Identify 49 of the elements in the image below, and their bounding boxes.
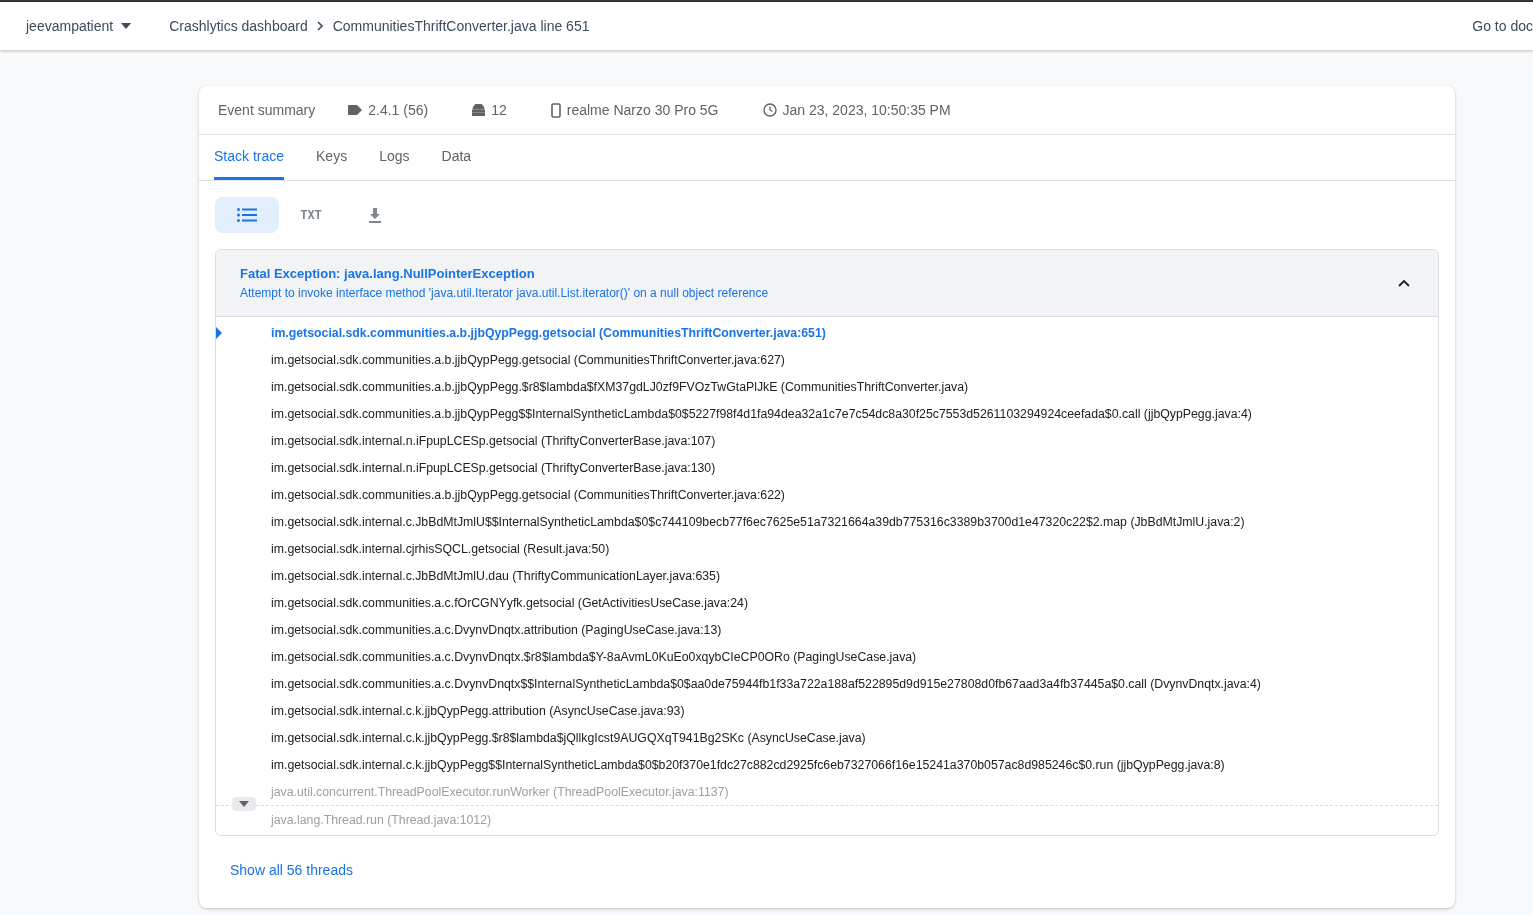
stack-frame: im.getsocial.sdk.communities.a.b.jjbQypPegg.getsocial (CommunitiesThriftConverter.java:651) <box>271 325 826 340</box>
stack-frame: im.getsocial.sdk.communities.a.c.fOrCGNYyfk.getsocial (GetActivitiesUseCase.java:24) <box>271 595 748 610</box>
stack-frame: im.getsocial.sdk.internal.c.k.jjbQypPegg.$r8$lambda$jQllkgIcst9AUGQXqT941Bg2SKc (AsyncUseCase.java) <box>271 730 866 745</box>
stack-frame: java.util.concurrent.ThreadPoolExecutor.runWorker (ThreadPoolExecutor.java:1137) <box>271 784 729 799</box>
app-version: 2.4.1 (56) <box>368 102 429 118</box>
caret-icon <box>121 23 132 29</box>
phone-icon <box>550 102 561 118</box>
stack-frame: im.getsocial.sdk.communities.a.b.jjbQypPegg.getsocial (CommunitiesThriftConverter.java:627) <box>271 352 785 367</box>
stack-frame: im.getsocial.sdk.communities.a.b.jjbQypPegg$$InternalSyntheticLambda$0$5227f98f4d1fa94dea32a1c7e7c54dc8a30f25c7553d5261103294924ceefada$0.call (jjbQypPegg.java:4) <box>271 406 1252 421</box>
show-threads-link[interactable]: Show all 56 threads <box>230 862 353 878</box>
stack-frame: im.getsocial.sdk.communities.a.b.jjbQypPegg.getsocial (CommunitiesThriftConverter.java:622) <box>271 487 785 502</box>
android-icon <box>472 104 486 116</box>
project-dropdown[interactable]: jeevampatient <box>26 18 132 34</box>
stack-frame: im.getsocial.sdk.communities.a.c.DvynvDnqtx.attribution (PagingUseCase.java:13) <box>271 622 722 637</box>
expand-button[interactable] <box>232 797 256 811</box>
summary-title: Event summary <box>218 102 316 118</box>
caret-icon <box>239 801 249 807</box>
chevron-right-icon <box>316 21 324 31</box>
breadcrumb-link[interactable]: CommunitiesThriftConverter.java line 651 <box>332 18 590 34</box>
event-time: Jan 23, 2023, 10:50:35 PM <box>782 102 951 118</box>
download-icon <box>368 207 382 223</box>
stack-frame: im.getsocial.sdk.communities.a.c.DvynvDnqtx$$InternalSyntheticLambda$0$aa0de75944fb1f33a722a188af522895d9d915e27808d0fb67aad3a4fb37445a$0.call (DvynvDnqtx.java:4) <box>271 676 1261 691</box>
stack-frame: im.getsocial.sdk.communities.a.b.jjbQypPegg.$r8$lambda$fXM37gdLJ0zf9FVOzTwGtaPlJkE (CommunitiesThriftConverter.java) <box>271 379 969 394</box>
stack-frame: im.getsocial.sdk.internal.cjrhisSQCL.getsocial (Result.java:50) <box>271 541 610 556</box>
stack-frame: im.getsocial.sdk.internal.n.iFpupLCESp.getsocial (ThriftyConverterBase.java:130) <box>271 460 716 475</box>
tag-icon <box>348 105 363 115</box>
text-view-button[interactable]: TXT <box>279 197 343 233</box>
stack-frame: java.lang.Thread.run (Thread.java:1012) <box>271 812 492 827</box>
stack-frame: im.getsocial.sdk.internal.c.k.jjbQypPegg$$InternalSyntheticLambda$0$b20f370e1fdc27c882cd2925fc6eb7327066f16e15241a370b057ac8d985246c$0.run (jjbQypPegg.java:8) <box>271 757 1225 772</box>
stack-frame: im.getsocial.sdk.internal.c.JbBdMtJmlU$$InternalSyntheticLambda$0$c744109becb77f6ec7625e51a7321664a39db775316c3389b3700d1e47320c22$2.map (JbBdMtJmlU.java:2) <box>271 514 1245 529</box>
list-icon <box>237 208 257 222</box>
stack-frame: im.getsocial.sdk.internal.c.JbBdMtJmlU.dau (ThriftyCommunicationLayer.java:635) <box>271 568 721 583</box>
exception-title: Fatal Exception: java.lang.NullPointerException <box>240 266 536 281</box>
pointer-icon <box>216 327 222 339</box>
clock-icon <box>762 103 777 117</box>
tab[interactable]: Data <box>441 135 472 180</box>
docs-link[interactable]: Go to doc <box>1472 18 1533 34</box>
chevron-icon <box>1398 279 1410 287</box>
stack-frame: im.getsocial.sdk.internal.n.iFpupLCESp.getsocial (ThriftyConverterBase.java:107) <box>271 433 716 448</box>
device-name: realme Narzo 30 Pro 5G <box>566 102 719 118</box>
stack-frame: im.getsocial.sdk.communities.a.c.DvynvDnqtx.$r8$lambda$Y-8aAvmL0KuEo0xqybCIeCP0ORo (PagingUseCase.java) <box>271 649 917 664</box>
tab[interactable]: Keys <box>316 135 348 180</box>
stack-frame: im.getsocial.sdk.internal.c.k.jjbQypPegg.attribution (AsyncUseCase.java:93) <box>271 703 685 718</box>
os-version: 12 <box>491 102 507 118</box>
breadcrumb-link[interactable]: Crashlytics dashboard <box>169 18 308 34</box>
list-view-button[interactable] <box>215 197 279 233</box>
tab[interactable]: Stack trace <box>214 135 285 180</box>
tab[interactable]: Logs <box>379 135 410 180</box>
exception-message: Attempt to invoke interface method 'java.util.Iterator java.util.List.iterator()' on a null object reference <box>240 286 770 300</box>
